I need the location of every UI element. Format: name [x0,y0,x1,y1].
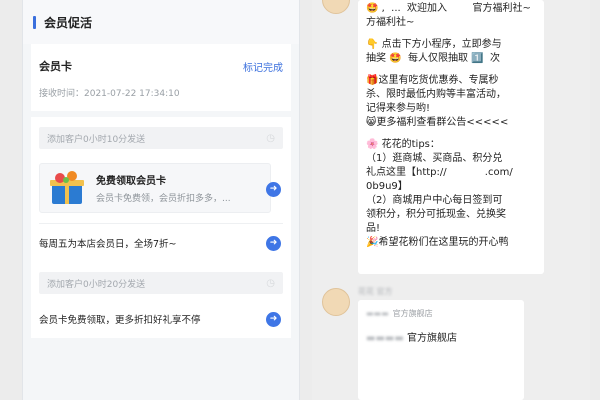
schedule-card-1: 添加客户0小时10分发送 ◷ 免费领取会员卡 会员卡免费领，会员折扣多多，...… [31,117,291,262]
gift-box-icon [48,170,86,206]
chat-line: 🎉希望花粉们在这里玩的开心鸭 [366,237,509,248]
chat-line: 记得来参与哟! [366,103,431,114]
chat-panel: 🤩 , ... 欢迎加入 官方福利社~ 方福利社~ 👇 点击下方小程序，立即参与 抽奖… [312,0,590,400]
message-bubble: 🤩 , ... 欢迎加入 官方福利社~ 方福利社~ 👇 点击下方小程序，立即参与 抽奖… [358,0,544,274]
message-text-1: 每周五为本店会员日，全场7折~ [39,239,177,250]
avatar [322,0,350,14]
chat-line: 杀、限时最低内购等丰富活动， [366,89,506,100]
section-accent-bar [33,15,36,29]
member-card-task: 会员卡 标记完成 接收时间：2021-07-22 17:34:10 [31,44,291,111]
chat-line: 方福利社~ [366,17,415,28]
store-card[interactable]: ▬▬▬ 官方旗舰店 ▬▬▬▬ 官方旗舰店 [358,300,524,400]
store-card-name-row: ▬▬▬▬ 官方旗舰店 [366,333,457,344]
chat-line: 抽奖 🤩 每人仅限抽取 1️⃣ 次 [366,53,500,64]
receive-time: 接收时间：2021-07-22 17:34:10 [39,89,180,99]
chat-line: （1）逛商城、买商品、积分兑 [366,153,503,164]
mark-done-link[interactable]: 标记完成 [243,59,283,74]
section-header: 会员促活 [23,0,299,44]
sender-name: 花花 官方 [358,287,393,296]
chat-line: 品! [366,223,381,234]
chat-line: 🎁这里有吃货优惠券、专属秒 [366,75,499,86]
schedule-pill-2: 添加客户0小时20分发送 ◷ [39,272,283,294]
miniprogram-card[interactable]: 免费领取会员卡 会员卡免费领，会员折扣多多，... [39,163,271,213]
send-icon[interactable]: ➜ [266,235,281,251]
chat-line: 0b9u9】 [366,181,408,192]
schedule-text-2: 添加客户0小时20分发送 [47,279,146,290]
section-title: 会员促活 [44,15,93,30]
schedule-text-1: 添加客户0小时10分发送 [47,134,146,145]
clock-icon: ◷ [266,277,275,289]
chat-line: 🌸 花花的tips： [366,139,440,150]
avatar[interactable] [322,288,350,316]
chat-line: （2）商城用户中心每日签到可 [366,195,503,206]
store-card-header: ▬▬▬ 官方旗舰店 [366,309,433,318]
chat-line: 😸更多福利查看群公告<<<<< [366,117,509,128]
send-icon[interactable]: ➜ [266,311,281,327]
chat-line [358,130,544,138]
schedule-pill-1: 添加客户0小时10分发送 ◷ [39,127,283,149]
chat-line: 👇 点击下方小程序，立即参与 [366,39,502,50]
task-title: 会员卡 [39,60,72,73]
chat-line: 礼点这里【http:// .com/ [366,167,513,178]
store-card-name: 官方旗舰店 [406,333,457,344]
store-card-header-text: 官方旗舰店 [392,309,433,318]
chat-line [358,30,544,38]
miniprogram-title: 免费领取会员卡 [96,176,166,187]
send-icon[interactable]: ➜ [266,181,281,197]
schedule-card-2: 添加客户0小时20分发送 ◷ 会员卡免费领取，更多折扣好礼享不停 ➜ [31,262,291,338]
chat-line [358,66,544,74]
clock-icon: ◷ [266,132,275,144]
chat-line: 🤩 , ... 欢迎加入 官方福利社~ [366,3,531,14]
task-panel: 会员促活 会员卡 标记完成 接收时间：2021-07-22 17:34:10 添… [22,0,300,400]
miniprogram-subtitle: 会员卡免费领，会员折扣多多，... [96,194,231,204]
chat-line: 领积分，积分可抵现金、兑换奖 [366,209,506,220]
message-text-2: 会员卡免费领取，更多折扣好礼享不停 [39,315,201,326]
